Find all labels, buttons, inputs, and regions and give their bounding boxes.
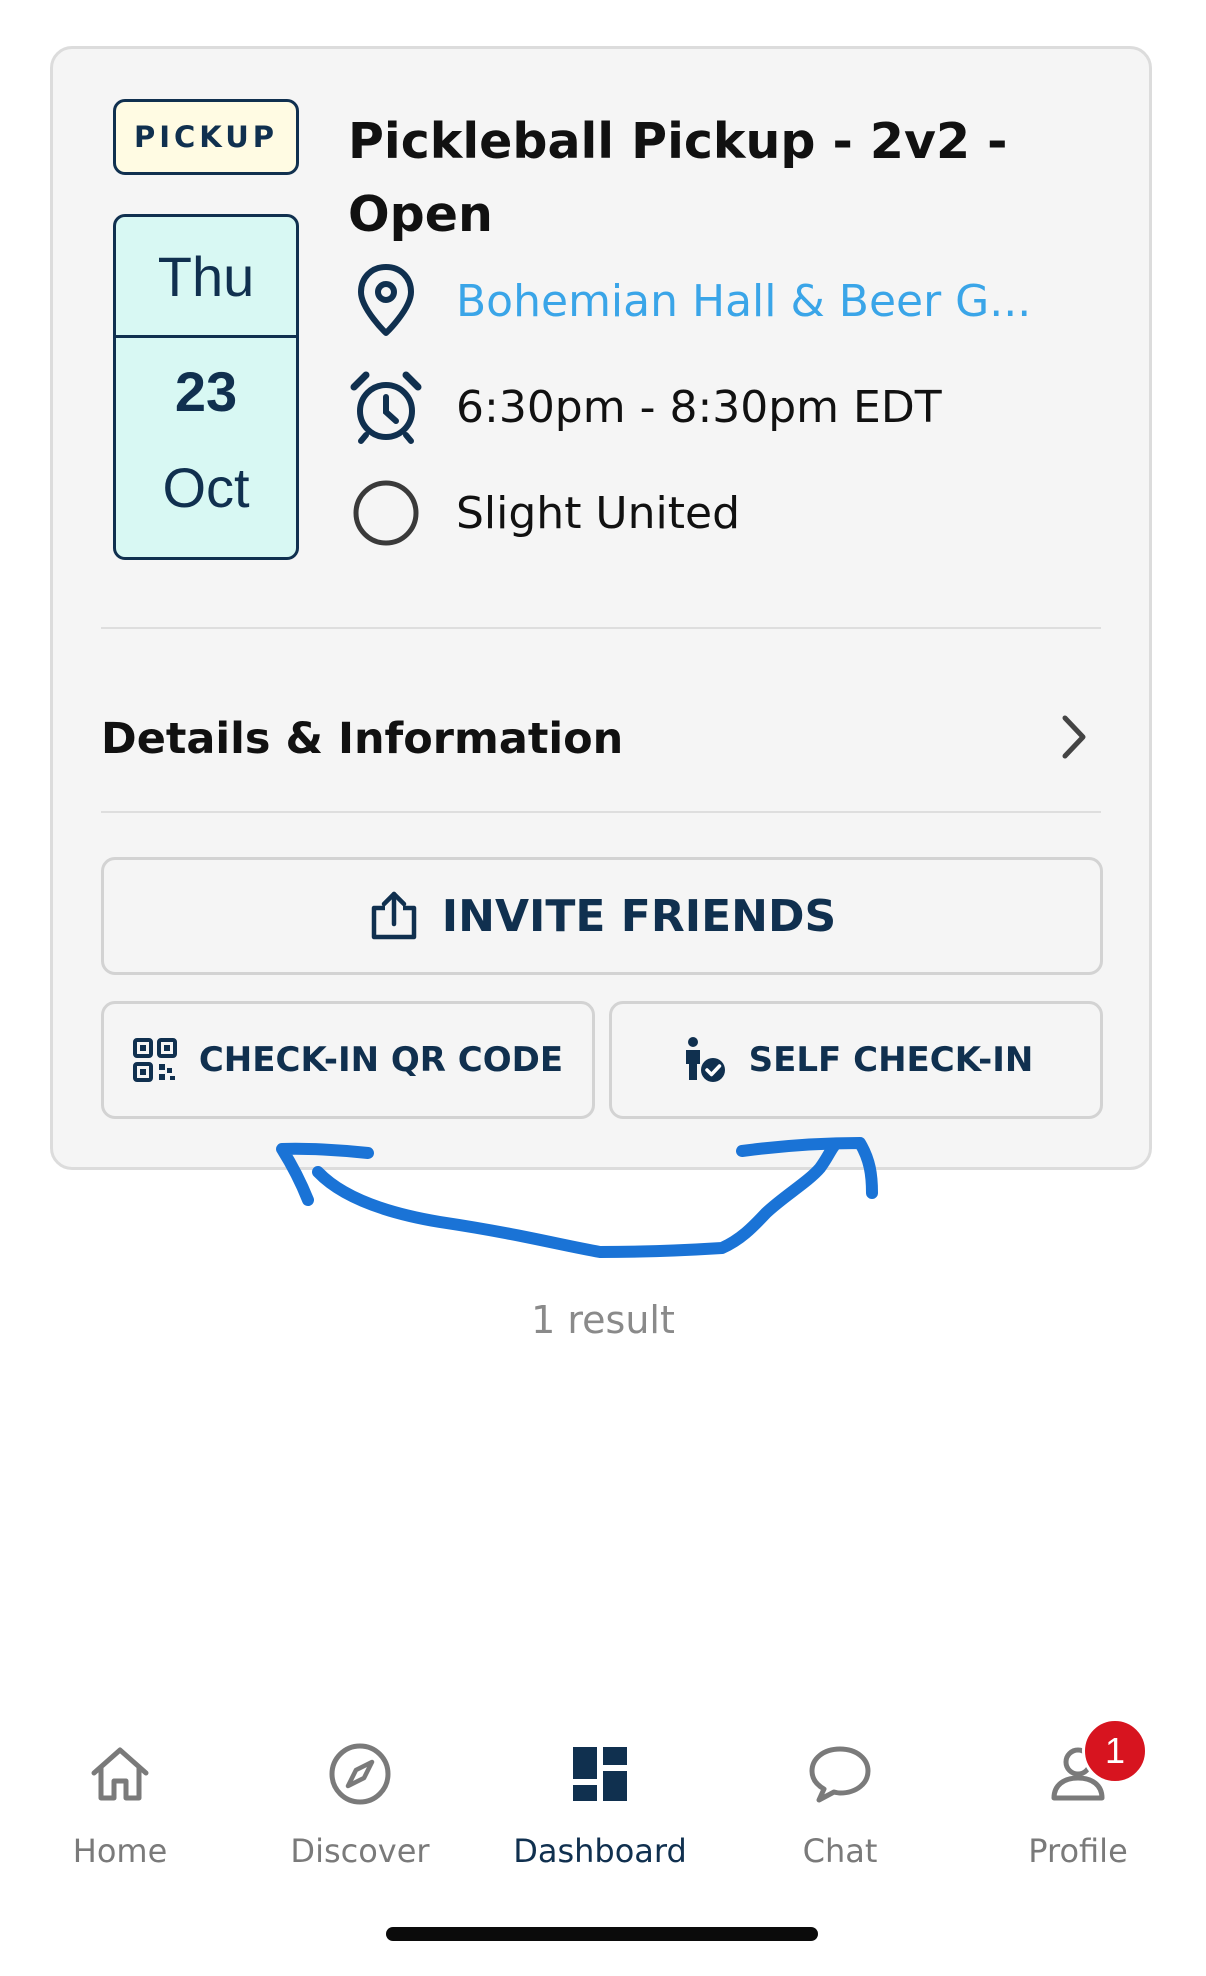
tab-profile-label: Profile	[1028, 1832, 1128, 1870]
tab-profile[interactable]: 1 Profile	[968, 1718, 1188, 1870]
annotation-arrows	[276, 1137, 878, 1258]
tab-home[interactable]: Home	[10, 1730, 230, 1870]
profile-icon: 1	[1048, 1718, 1148, 1818]
tab-discover-label: Discover	[290, 1832, 430, 1870]
home-icon	[89, 1730, 151, 1818]
dashboard-icon	[571, 1730, 629, 1818]
tab-chat-label: Chat	[802, 1832, 878, 1870]
compass-icon	[328, 1730, 392, 1818]
tab-home-label: Home	[72, 1832, 168, 1870]
page: PICKUP Thu 23 Oct Pickleball Pickup - 2v…	[0, 0, 1206, 1976]
tab-chat[interactable]: Chat	[730, 1730, 950, 1870]
home-indicator	[386, 1927, 818, 1941]
notification-badge: 1	[1082, 1718, 1148, 1784]
chat-bubble-icon	[807, 1730, 873, 1818]
tab-dashboard[interactable]: Dashboard	[490, 1730, 710, 1870]
bottom-tab-bar: Home Discover Dashboard Chat 1 Profile	[0, 1718, 1206, 1880]
tab-dashboard-label: Dashboard	[513, 1832, 687, 1870]
tab-discover[interactable]: Discover	[250, 1730, 470, 1870]
result-count: 1 result	[531, 1298, 675, 1342]
